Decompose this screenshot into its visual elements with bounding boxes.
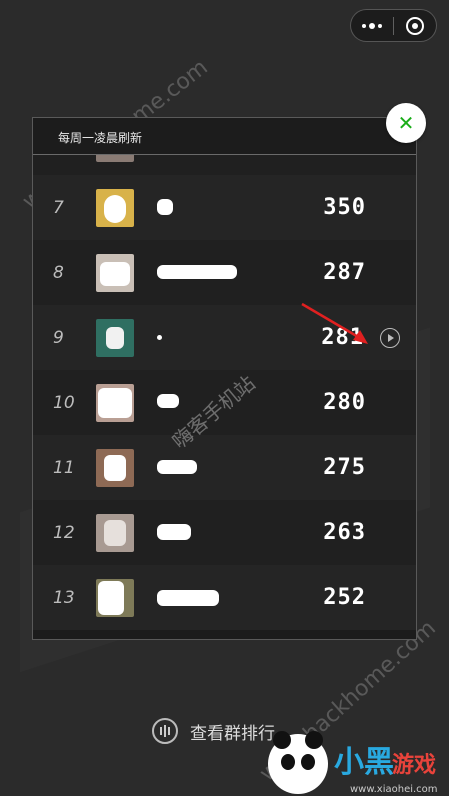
annotation-arrow-icon [301,302,368,344]
rank-number: 12 [53,522,75,543]
play-icon[interactable] [380,327,400,348]
svg-text:小黑: 小黑 [334,745,394,780]
score: 263 [323,520,366,545]
redacted-nickname [157,335,162,340]
rank-number: 11 [53,457,75,478]
redacted-nickname [157,265,237,279]
avatar [96,578,134,617]
ranking-row[interactable]: 12 263 [33,500,416,565]
redacted-nickname [157,199,173,215]
xiaohei-logo-icon: 小黑 游戏 www.xiaohei.com [268,731,438,795]
exit-button[interactable] [394,10,436,41]
rank-number: 8 [53,262,64,283]
ranking-row[interactable]: 7 350 [33,175,416,240]
avatar [96,513,134,552]
rank-number: 9 [53,327,64,348]
avatar [96,188,134,227]
bar-chart-icon [152,718,178,744]
score: 280 [323,390,366,415]
rank-number: 13 [53,587,75,608]
rank-number: 10 [53,392,75,413]
more-menu-button[interactable] [351,10,393,41]
redacted-nickname [157,590,219,606]
score: 350 [323,195,366,220]
svg-text:www.xiaohei.com: www.xiaohei.com [350,784,438,795]
miniprogram-capsule [350,9,437,42]
score: 275 [323,455,366,480]
exit-target-icon [406,16,424,35]
view-group-ranking-link[interactable]: 查看群排行 [152,716,275,746]
score: 252 [323,585,366,610]
more-dots-icon [362,22,382,29]
ranking-panel: 每周一凌晨刷新 6 437 7 350 8 [32,117,417,640]
ranking-row[interactable]: 8 287 [33,240,416,305]
close-icon: ✕ [397,111,415,135]
avatar [96,253,134,292]
avatar [96,448,134,487]
panel-title: 每周一凌晨刷新 [58,131,143,145]
ranking-row[interactable]: 13 252 [33,565,416,630]
rank-number: 7 [53,197,64,218]
avatar [96,318,134,357]
svg-text:游戏: 游戏 [392,752,436,778]
ranking-row[interactable]: 11 275 [33,435,416,500]
score: 287 [323,260,366,285]
avatar [96,383,134,422]
panel-header: 每周一凌晨刷新 [33,118,416,155]
redacted-nickname [157,460,197,474]
ranking-list[interactable]: 6 437 7 350 8 287 [33,118,416,630]
redacted-nickname [157,394,179,408]
close-button[interactable]: ✕ [386,103,426,143]
redacted-nickname [157,524,191,540]
